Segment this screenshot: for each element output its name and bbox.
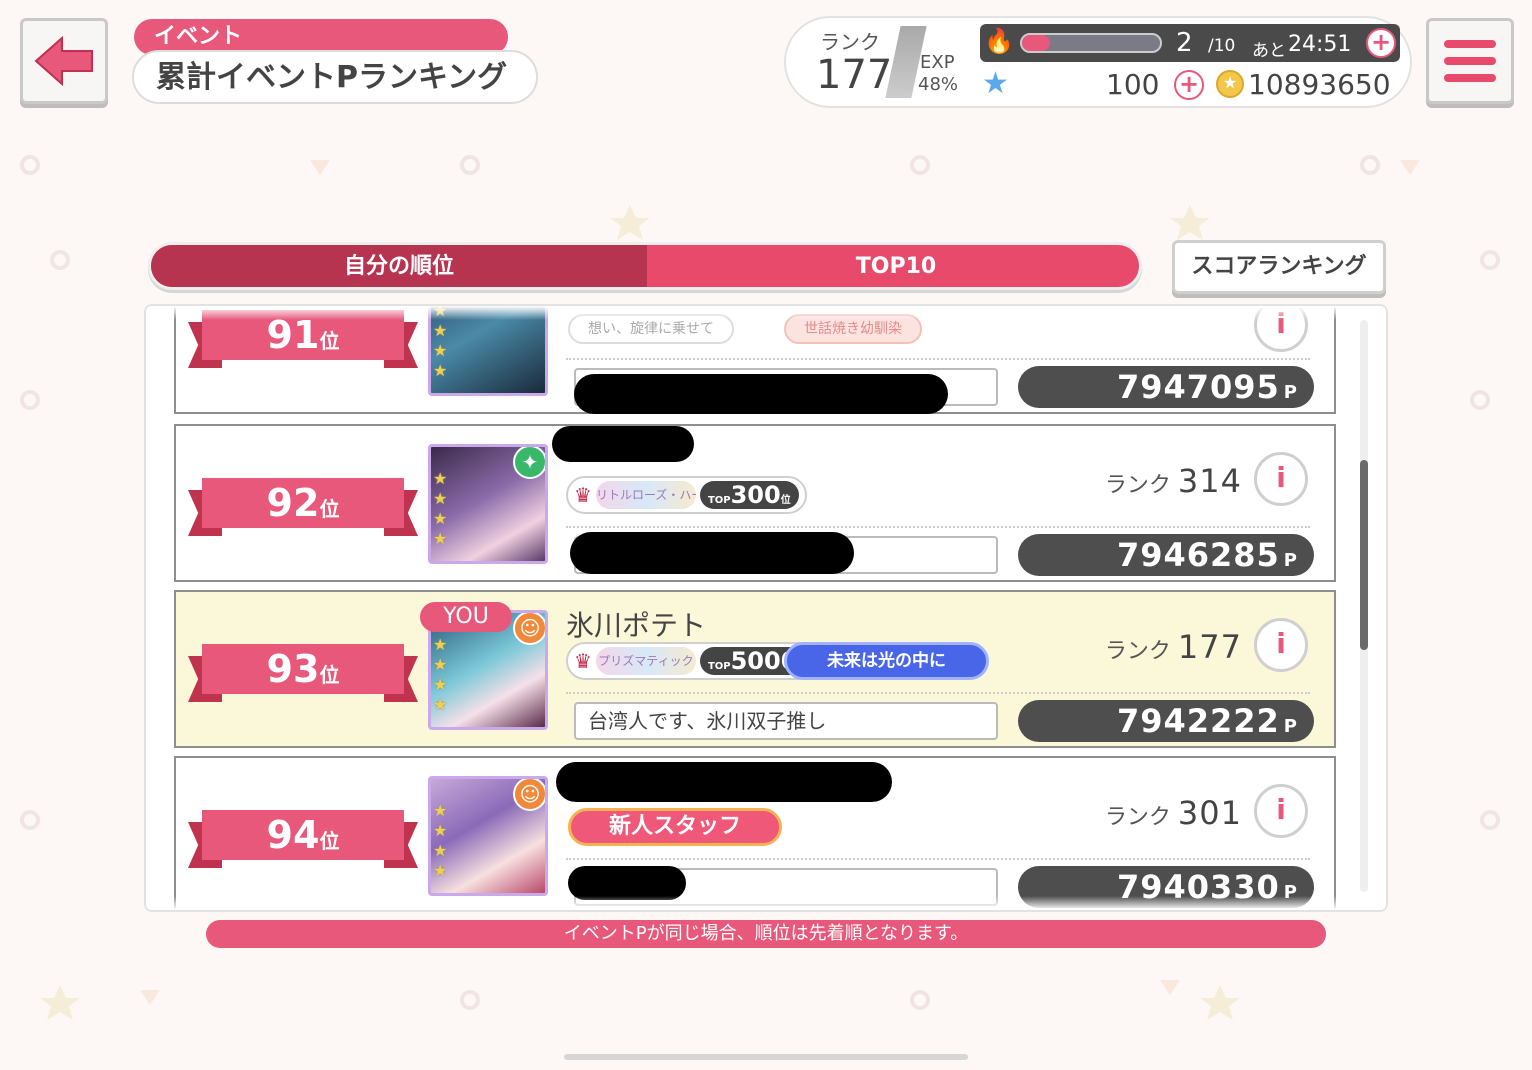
exp-value: 48%: [918, 74, 959, 95]
score-ranking-button[interactable]: スコアランキング: [1172, 240, 1386, 294]
redaction: [552, 426, 694, 462]
player-rank: ランク 301: [1105, 794, 1242, 832]
title-top-suffix: 位: [780, 495, 791, 506]
title-badge: ♛ リトルローズ・ハーモニー TOP300位: [566, 476, 807, 514]
degree-badge: 新人スタッフ: [568, 808, 783, 846]
rank-ribbon: 94位: [188, 810, 418, 868]
divider: [566, 526, 1310, 528]
fade-bottom: [146, 896, 1386, 910]
coin-count: 10893650: [1248, 68, 1391, 101]
stamina-max: /10: [1208, 36, 1236, 56]
star-count: 100: [1106, 68, 1160, 101]
footer-note: イベントPが同じ場合、順位は先着順となります。: [206, 920, 1326, 948]
ranking-row-91[interactable]: 91位 ★★★★ 想い、旋律に乗せて 世話焼き幼馴染 i 7947095P: [174, 306, 1336, 414]
title-top-label: TOP: [707, 495, 731, 506]
coin-icon: ★: [1216, 70, 1244, 98]
crown-icon: ♛: [574, 483, 592, 507]
divider: [566, 858, 1310, 860]
title-art: プリズマティック: [595, 647, 696, 675]
player-rank-label: ランク: [1104, 473, 1171, 498]
fade-top: [146, 306, 1386, 320]
rank-ribbon: 93位: [188, 644, 418, 702]
home-indicator[interactable]: [564, 1054, 968, 1060]
rank-ribbon: 92位: [188, 478, 418, 536]
event-points-value: 7947095: [1116, 368, 1280, 406]
stamina-next-time: 24:51: [1288, 32, 1352, 57]
rank-suffix: 位: [319, 829, 340, 853]
title-top-label: TOP: [707, 661, 731, 672]
rarity-stars: ★★★★: [433, 801, 448, 880]
add-stamina-button[interactable]: +: [1366, 28, 1396, 58]
scrollbar-thumb[interactable]: [1360, 460, 1368, 650]
rank-suffix: 位: [319, 663, 340, 687]
player-rank-value: 177: [816, 52, 893, 98]
player-rank-label: ランク: [820, 30, 880, 54]
redaction: [574, 374, 948, 414]
comment-field: 台湾人です、氷川双子推し: [574, 702, 998, 740]
exp-label: EXP: [920, 52, 955, 73]
event-points: 7942222 P: [1018, 700, 1314, 742]
rarity-stars: ★★★★: [433, 635, 448, 714]
stamina-current: 2: [1176, 28, 1193, 58]
player-rank: ランク 314: [1105, 462, 1242, 500]
player-rank-value: 301: [1177, 794, 1242, 832]
event-points-value: 7942222: [1116, 702, 1280, 740]
add-star-button[interactable]: +: [1174, 70, 1204, 100]
rank-number: 94: [266, 813, 320, 857]
degree-badge: 未来は光の中に: [784, 642, 989, 680]
page-title: 累計イベントPランキング: [132, 50, 538, 104]
avatar[interactable]: ★ ★ ★ ★ ☺: [428, 776, 548, 896]
ranking-row-92[interactable]: 92位 ★★★★ ✦ ♛ リトルローズ・ハーモニー TOP300位 ランク 31…: [174, 424, 1336, 582]
stamina-next-label: あと: [1252, 41, 1286, 61]
divider: [566, 358, 1310, 360]
rank-number: 92: [266, 481, 320, 525]
ranking-tabs: 自分の順位 TOP10: [148, 242, 1142, 290]
star-icon: ★: [982, 66, 1009, 101]
title-top-rank: TOP300位: [699, 481, 799, 509]
event-points-unit: P: [1283, 382, 1298, 403]
ranking-row-94[interactable]: 94位 ★ ★ ★ ★ ☺ 新人スタッフ ランク 301 i 7940330 P: [174, 756, 1336, 910]
title-art: リトルローズ・ハーモニー: [595, 481, 696, 509]
event-points: 7946285 P: [1018, 534, 1314, 576]
title-top-value: 300: [730, 481, 781, 509]
tab-my-rank[interactable]: 自分の順位: [151, 245, 647, 287]
event-points: 7947095 P: [1018, 366, 1314, 408]
player-rank-label: ランク: [1104, 639, 1171, 664]
crown-icon: ♛: [574, 649, 592, 673]
rank-number: 93: [266, 647, 320, 691]
redaction: [568, 866, 686, 900]
attribute-icon: ✦: [513, 447, 545, 479]
divider: [566, 692, 1310, 694]
back-button[interactable]: [20, 18, 108, 104]
ranking-row-93-you[interactable]: 93位 ★★★★ ☺ YOU 氷川ポテト ♛ プリズマティック TOP5000位…: [174, 590, 1336, 748]
stamina-gauge-fill: [1022, 35, 1050, 51]
attribute-icon: ☺: [513, 613, 545, 645]
rank-suffix: 位: [319, 497, 340, 521]
player-rank-value: 177: [1177, 628, 1242, 666]
flame-icon: 🔥: [984, 27, 1014, 55]
you-badge: YOU: [420, 602, 512, 632]
event-points-unit: P: [1283, 550, 1298, 571]
event-points-value: 7946285: [1116, 536, 1280, 574]
tab-top10[interactable]: TOP10: [647, 245, 1139, 287]
info-button[interactable]: i: [1254, 784, 1308, 838]
player-rank-value: 314: [1177, 462, 1242, 500]
player-rank-label: ランク: [1104, 805, 1171, 830]
info-button[interactable]: i: [1254, 452, 1308, 506]
redaction: [570, 532, 854, 574]
ranking-list[interactable]: 91位 ★★★★ 想い、旋律に乗せて 世話焼き幼馴染 i 7947095P 92…: [144, 304, 1388, 912]
player-name: 氷川ポテト: [566, 609, 707, 642]
rank-suffix: 位: [319, 329, 340, 353]
avatar[interactable]: ★ ★ ★ ★ ✦: [428, 444, 548, 564]
info-button[interactable]: i: [1254, 618, 1308, 672]
redaction: [556, 762, 892, 802]
player-rank: ランク 177: [1105, 628, 1242, 666]
attribute-icon: ☺: [513, 779, 545, 811]
event-points-unit: P: [1283, 716, 1298, 737]
rarity-stars: ★★★★: [433, 469, 448, 548]
hamburger-menu-icon: [1444, 40, 1496, 48]
menu-button[interactable]: [1426, 18, 1514, 104]
back-arrow-icon: [34, 36, 93, 86]
